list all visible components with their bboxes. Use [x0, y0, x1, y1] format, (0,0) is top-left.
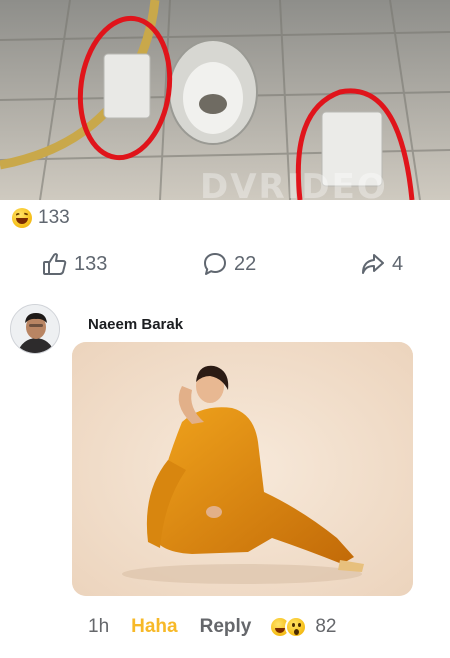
commenter-name[interactable]: Naeem Barak	[88, 316, 183, 333]
reaction-count: 133	[38, 207, 70, 228]
comment-footer: 1h Haha Reply 82	[88, 614, 337, 640]
comment-reaction-count: 82	[315, 616, 337, 637]
like-button[interactable]: 133	[42, 248, 107, 280]
comment-count: 22	[234, 252, 257, 275]
post-action-bar: 133 22 4	[0, 248, 450, 280]
reaction-summary[interactable]: 133	[12, 206, 70, 230]
haha-reaction-link[interactable]: Haha	[131, 616, 177, 638]
comment-bubble-icon	[202, 251, 228, 277]
share-arrow-icon	[360, 251, 386, 277]
post-photo[interactable]: DVRIDEO	[0, 0, 450, 200]
comment-image[interactable]	[72, 342, 413, 596]
comment-button[interactable]: 22	[202, 248, 256, 280]
thumbs-up-icon	[42, 251, 68, 277]
share-count: 4	[392, 252, 404, 275]
like-count: 133	[74, 252, 108, 275]
wow-emoji-icon	[285, 616, 308, 638]
photo-watermark: DVRIDEO	[200, 167, 388, 200]
share-button[interactable]: 4	[360, 248, 403, 280]
comment-reactions[interactable]	[269, 616, 308, 638]
avatar[interactable]	[10, 304, 60, 354]
haha-emoji-icon	[12, 208, 32, 228]
comment-time[interactable]: 1h	[88, 616, 109, 638]
reply-button[interactable]: Reply	[200, 616, 252, 638]
